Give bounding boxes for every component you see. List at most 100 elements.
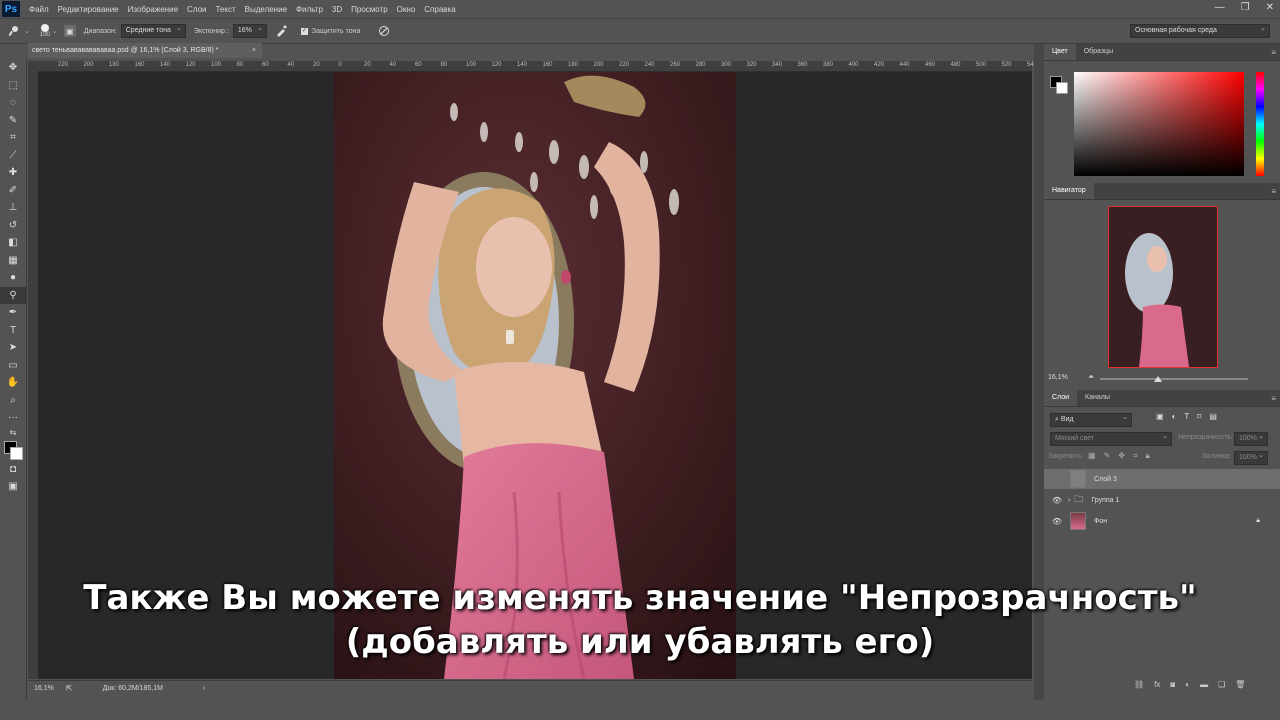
delete-layer-icon[interactable]: 🗑︎ — [1235, 680, 1245, 689]
opacity-field[interactable]: 100% — [1234, 431, 1268, 446]
menu-file[interactable]: Файл — [29, 5, 49, 14]
new-layer-icon[interactable]: ❏ — [1218, 680, 1225, 689]
navigator-zoom[interactable]: 16,1% — [1048, 374, 1068, 381]
brush-tool-icon[interactable]: ✐ — [0, 182, 26, 200]
color-field[interactable] — [1074, 72, 1244, 176]
brush-size-picker[interactable]: 100 — [40, 24, 50, 38]
type-tool-icon[interactable]: T — [0, 322, 26, 340]
visibility-off-icon[interactable]: ☞ — [1050, 475, 1064, 484]
dodge-tool-preset-icon[interactable] — [6, 23, 22, 39]
menu-3d[interactable]: 3D — [332, 5, 342, 14]
brush-dropdown-icon[interactable]: ⌄ — [52, 27, 58, 35]
dodge-tool-icon[interactable]: ⚲ — [0, 286, 26, 304]
close-button[interactable]: ✕ — [1266, 2, 1274, 13]
layer-row-selected[interactable]: ☞ Слой 3 — [1044, 469, 1280, 489]
eye-icon[interactable]: 👁︎ — [1050, 496, 1064, 505]
eraser-tool-icon[interactable]: ◧ — [0, 234, 26, 252]
status-menu-arrow[interactable]: › — [203, 685, 205, 692]
menu-layers[interactable]: Слои — [187, 5, 206, 14]
export-icon[interactable]: ⇱ — [66, 684, 73, 693]
menu-image[interactable]: Изображение — [128, 5, 178, 14]
exposure-field[interactable]: 16% — [232, 23, 267, 38]
tab-swatches[interactable]: Образцы — [1076, 44, 1121, 60]
menu-edit[interactable]: Редактирование — [58, 5, 119, 14]
link-layers-icon[interactable]: ⛓ — [1134, 680, 1144, 689]
filter-pixel-icon[interactable]: ▣ — [1156, 412, 1164, 421]
layer-row-group[interactable]: 👁︎ › 🗀︎ Группа 1 — [1044, 490, 1280, 510]
navigator-menu-icon[interactable]: ≡ — [1271, 187, 1276, 196]
lock-position-icon[interactable]: ✥ — [1118, 451, 1125, 461]
lock-pixels-icon[interactable]: ✎ — [1104, 451, 1111, 461]
minimize-button[interactable]: — — [1215, 2, 1225, 13]
maximize-button[interactable]: ❐ — [1241, 2, 1250, 13]
layers-menu-icon[interactable]: ≡ — [1271, 394, 1276, 403]
quick-mask-icon[interactable]: ◘ — [0, 461, 26, 479]
navigator-zoom-knob[interactable] — [1154, 376, 1162, 382]
pressure-icon[interactable] — [376, 23, 392, 39]
new-group-icon[interactable]: ▬ — [1200, 680, 1208, 689]
horizontal-ruler[interactable]: 220 200 180 160 140 120 100 80 60 40 20 0 20 40 60 80 10… — [38, 61, 1037, 72]
background-color-swatch[interactable] — [10, 446, 23, 460]
screen-mode-icon[interactable]: ▣ — [0, 478, 26, 496]
navigator-zoom-slider[interactable] — [1100, 378, 1248, 380]
panel-menu-icon[interactable]: ≡ — [1271, 48, 1276, 57]
lasso-tool-icon[interactable]: ◌ — [0, 94, 26, 112]
lock-artboard-icon[interactable]: ⌗ — [1133, 451, 1138, 461]
zoom-tool-icon[interactable]: ⌕ — [0, 392, 26, 410]
expand-chevron-icon[interactable]: › — [1068, 497, 1070, 504]
blend-mode-select[interactable]: Мягкий свет — [1050, 431, 1172, 446]
lock-all-icon[interactable]: 🔒︎ — [1145, 451, 1149, 461]
menu-filter[interactable]: Фильтр — [296, 5, 323, 14]
marquee-tool-icon[interactable]: ⬚ — [0, 77, 26, 95]
menu-select[interactable]: Выделение — [245, 5, 287, 14]
preset-dropdown-icon[interactable]: ⌄ — [24, 27, 30, 35]
shape-tool-icon[interactable]: ▭ — [0, 357, 26, 375]
layer-style-icon[interactable]: fx — [1154, 680, 1160, 689]
tab-channels[interactable]: Каналы — [1077, 390, 1118, 406]
history-brush-tool-icon[interactable]: ↺ — [0, 217, 26, 235]
quick-select-tool-icon[interactable]: ✎ — [0, 112, 26, 130]
panel-background-swatch[interactable] — [1056, 82, 1068, 94]
tab-color[interactable]: Цвет — [1044, 44, 1076, 60]
adjustment-layer-icon[interactable]: ◐ — [1185, 680, 1190, 689]
filter-shape-icon[interactable]: ⌑ — [1197, 412, 1201, 421]
filter-adjustment-icon[interactable]: ◐ — [1172, 412, 1177, 421]
tab-navigator[interactable]: Навигатор — [1044, 183, 1094, 199]
layer-kind-filter[interactable]: ⌕ Вид — [1050, 412, 1132, 427]
background-layer-name[interactable]: Фон — [1094, 518, 1107, 525]
layer-name[interactable]: Слой 3 — [1094, 476, 1117, 483]
color-swatches[interactable] — [0, 439, 26, 461]
swap-colors-icon[interactable]: ⇆ — [0, 427, 26, 439]
document-tab[interactable]: свето теньвавававававаа.psd @ 16,1% (Сло… — [28, 43, 262, 58]
group-name[interactable]: Группа 1 — [1091, 497, 1119, 504]
lock-transparency-icon[interactable]: ▦ — [1088, 451, 1096, 461]
range-select[interactable]: Средние тона — [120, 23, 186, 38]
menu-help[interactable]: Справка — [424, 5, 455, 14]
airbrush-icon[interactable] — [273, 23, 289, 39]
healing-brush-tool-icon[interactable]: ✚ — [0, 164, 26, 182]
filter-smart-object-icon[interactable]: ▤ — [1209, 412, 1217, 421]
more-tools-icon[interactable]: ··· — [0, 409, 26, 427]
tab-layers[interactable]: Слои — [1044, 390, 1078, 406]
blur-tool-icon[interactable]: ● — [0, 269, 26, 287]
fill-field[interactable]: 100% — [1234, 450, 1268, 465]
protect-tones-checkbox[interactable]: ✓ — [300, 27, 308, 35]
workspace-select[interactable]: Основная рабочая среда — [1130, 23, 1270, 38]
zoom-out-icon[interactable]: ⏶ — [1088, 372, 1094, 382]
stamp-tool-icon[interactable]: ⊥ — [0, 199, 26, 217]
eyedropper-tool-icon[interactable]: ⟋ — [0, 147, 26, 165]
crop-tool-icon[interactable]: ⌗ — [0, 129, 26, 147]
close-document-icon[interactable]: × — [252, 43, 256, 58]
navigator-thumbnail[interactable] — [1108, 206, 1218, 368]
menu-view[interactable]: Просмотр — [351, 5, 388, 14]
pen-tool-icon[interactable]: ✒ — [0, 304, 26, 322]
zoom-level[interactable]: 16,1% — [34, 685, 54, 692]
hand-tool-icon[interactable]: ✋ — [0, 374, 26, 392]
filter-type-icon[interactable]: T — [1184, 412, 1189, 421]
path-select-tool-icon[interactable]: ➤ — [0, 339, 26, 357]
gradient-tool-icon[interactable]: ▦ — [0, 252, 26, 270]
eye-icon[interactable]: 👁︎ — [1050, 517, 1064, 526]
brush-panel-icon[interactable]: ▣ — [63, 25, 76, 37]
layer-row-background[interactable]: 👁︎ Фон 🔒︎ — [1044, 511, 1280, 531]
menu-type[interactable]: Текст — [215, 5, 235, 14]
